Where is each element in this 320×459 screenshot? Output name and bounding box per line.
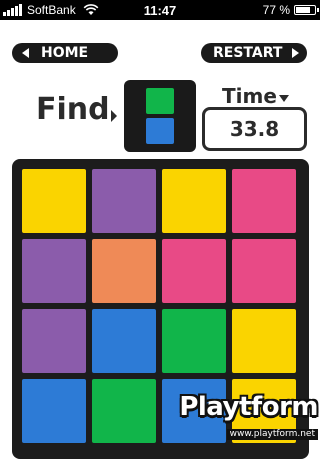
target-swatch-bottom [146,118,174,144]
status-right: 77 % [262,3,319,17]
tile-r1-c2[interactable] [92,169,156,233]
caret-down-icon [279,95,289,102]
watermark-logo: Playtform [179,392,318,422]
tile-r3-c1[interactable] [22,309,86,373]
tile-r1-c3[interactable] [162,169,226,233]
watermark: Playtform www.playtform.net [179,393,318,440]
battery-percent: 77 % [262,3,290,17]
arrow-left-icon [22,48,29,58]
target-swatch-top [146,88,174,114]
arrow-right-icon [292,48,300,58]
home-button[interactable]: HOME [12,43,118,63]
status-bar: SoftBank 11:47 77 % [0,0,320,20]
tile-r2-c2[interactable] [92,239,156,303]
time-label: Time [222,84,277,108]
tile-r4-c1[interactable] [22,379,86,443]
tile-r2-c4[interactable] [232,239,296,303]
tile-r4-c2[interactable] [92,379,156,443]
tile-r1-c1[interactable] [22,169,86,233]
tile-r3-c2[interactable] [92,309,156,373]
tile-r2-c3[interactable] [162,239,226,303]
restart-button-label: RESTART [213,45,283,61]
timer-display: 33.8 [202,107,307,151]
tile-r3-c3[interactable] [162,309,226,373]
target-pattern [124,80,196,152]
tile-r3-c4[interactable] [232,309,296,373]
restart-button[interactable]: RESTART [201,43,307,63]
battery-icon [294,5,319,15]
find-arrow-icon [111,110,117,122]
home-button-label: HOME [41,45,89,61]
tile-r1-c4[interactable] [232,169,296,233]
watermark-url: www.playtform.net [226,429,318,440]
timer-value: 33.8 [229,117,280,141]
find-label: Find [36,92,110,127]
tile-r2-c1[interactable] [22,239,86,303]
